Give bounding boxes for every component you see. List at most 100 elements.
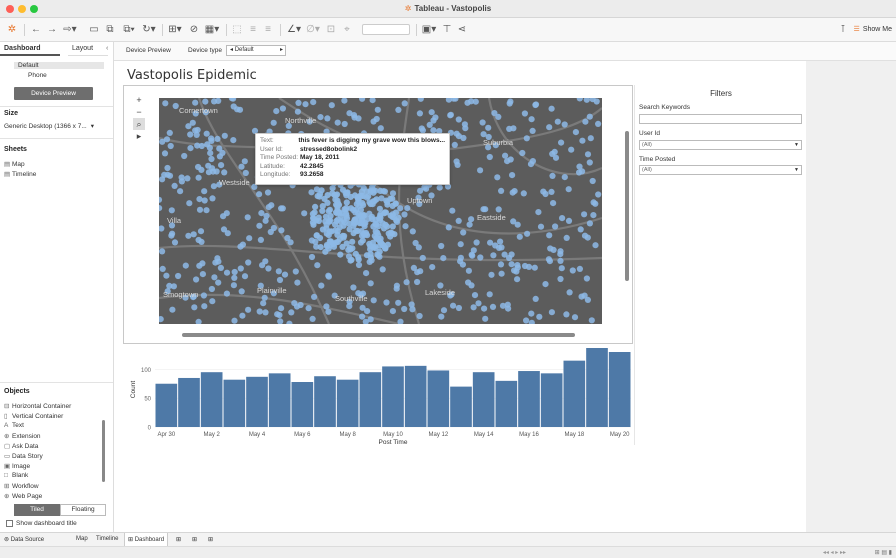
tweet-point[interactable] xyxy=(159,316,164,323)
tweet-point[interactable] xyxy=(168,232,175,239)
tweet-point[interactable] xyxy=(509,172,516,179)
tweet-point[interactable] xyxy=(310,221,317,228)
tweet-point[interactable] xyxy=(389,202,396,209)
tweet-point[interactable] xyxy=(558,265,565,272)
bar[interactable] xyxy=(200,372,223,427)
tweet-point[interactable] xyxy=(301,210,308,217)
tweet-point[interactable] xyxy=(210,183,217,190)
tweet-point[interactable] xyxy=(369,98,376,104)
tweet-point[interactable] xyxy=(583,98,590,103)
tweet-point[interactable] xyxy=(358,228,365,235)
tweet-point[interactable] xyxy=(192,127,199,134)
forward-icon[interactable]: → xyxy=(46,23,58,36)
tweet-point[interactable] xyxy=(351,216,358,223)
tweet-point[interactable] xyxy=(198,142,205,150)
tweet-point[interactable] xyxy=(451,141,458,148)
object-extension[interactable]: ⊕ Extension xyxy=(4,432,41,440)
tweet-point[interactable] xyxy=(388,230,396,237)
tweet-point[interactable] xyxy=(475,300,482,307)
tweet-point[interactable] xyxy=(350,284,357,291)
duplicate-icon[interactable]: ⧉▾ xyxy=(120,23,138,36)
tweet-point[interactable] xyxy=(401,305,408,313)
share-icon[interactable]: ⋖ xyxy=(456,23,468,36)
tweet-point[interactable] xyxy=(264,189,272,196)
tweet-point[interactable] xyxy=(355,256,362,263)
sort-asc-icon[interactable]: ≡ xyxy=(247,23,259,36)
tweet-point[interactable] xyxy=(256,191,263,198)
data-source-icon[interactable]: ⇨▾ xyxy=(62,23,78,36)
tweet-point[interactable] xyxy=(270,224,277,232)
tweet-point[interactable] xyxy=(559,215,566,222)
tweet-point[interactable] xyxy=(549,150,556,157)
tweet-point[interactable] xyxy=(592,200,599,207)
tweet-point[interactable] xyxy=(208,285,215,293)
tweet-point[interactable] xyxy=(295,99,302,106)
device-option-phone[interactable]: Phone xyxy=(28,72,47,79)
tweet-point[interactable] xyxy=(201,303,208,310)
tweet-point[interactable] xyxy=(199,271,206,278)
tweet-point[interactable] xyxy=(159,225,165,232)
tweet-point[interactable] xyxy=(457,241,464,248)
expand-toolbar-icon[interactable]: ▸ xyxy=(133,130,145,142)
tweet-point[interactable] xyxy=(579,137,586,144)
tweet-point[interactable] xyxy=(265,265,272,272)
tweet-point[interactable] xyxy=(297,301,304,309)
tweet-point[interactable] xyxy=(168,207,175,214)
tweet-point[interactable] xyxy=(392,209,399,216)
map-vertical-scrollbar[interactable] xyxy=(625,131,629,281)
bar[interactable] xyxy=(472,372,495,427)
tweet-point[interactable] xyxy=(581,211,588,218)
tweet-point[interactable] xyxy=(214,135,221,142)
tweet-point[interactable] xyxy=(230,137,237,144)
tweet-point[interactable] xyxy=(561,174,568,181)
tweet-point[interactable] xyxy=(223,269,231,276)
tweet-point[interactable] xyxy=(370,297,377,304)
tweet-point[interactable] xyxy=(460,134,467,142)
tweet-point[interactable] xyxy=(471,292,479,299)
tweet-point[interactable] xyxy=(576,163,583,170)
tweet-point[interactable] xyxy=(401,211,408,218)
bar[interactable] xyxy=(382,366,404,427)
tweet-point[interactable] xyxy=(184,175,191,182)
tweet-point[interactable] xyxy=(531,264,538,271)
bar[interactable] xyxy=(178,377,200,427)
tweet-point[interactable] xyxy=(195,318,202,324)
tweet-point[interactable] xyxy=(528,116,535,123)
tweet-point[interactable] xyxy=(193,276,200,283)
tweet-point[interactable] xyxy=(221,169,228,176)
tweet-point[interactable] xyxy=(319,226,326,233)
tweet-point[interactable] xyxy=(288,309,295,316)
bar[interactable] xyxy=(608,352,631,427)
tweet-point[interactable] xyxy=(346,110,353,117)
tweet-point[interactable] xyxy=(584,151,592,158)
new-worksheet-icon[interactable]: ⊞ xyxy=(176,536,181,543)
tweet-point[interactable] xyxy=(501,251,508,258)
tweet-point[interactable] xyxy=(565,186,572,193)
size-select[interactable]: Generic Desktop (1366 x 7... ▾ xyxy=(4,122,94,130)
pen-icon[interactable]: ∠▾ xyxy=(286,23,302,36)
tweet-point[interactable] xyxy=(211,98,218,105)
tweet-point[interactable] xyxy=(363,270,370,277)
tweet-point[interactable] xyxy=(380,188,387,195)
collapse-pane-icon[interactable]: ‹ xyxy=(102,42,112,56)
tweet-point[interactable] xyxy=(166,129,173,136)
tweet-point[interactable] xyxy=(343,192,350,199)
tweet-point[interactable] xyxy=(355,261,363,269)
tweet-point[interactable] xyxy=(201,197,208,204)
tweet-point[interactable] xyxy=(550,200,557,207)
search-keywords-input[interactable] xyxy=(639,114,802,124)
tweet-point[interactable] xyxy=(279,105,286,112)
tweet-point[interactable] xyxy=(334,228,341,235)
tweet-point[interactable] xyxy=(196,196,203,203)
object-data-story[interactable]: ▭ Data Story xyxy=(4,452,43,460)
tweet-point[interactable] xyxy=(569,267,576,274)
tweet-point[interactable] xyxy=(163,272,170,279)
tweet-point[interactable] xyxy=(403,279,410,286)
sheet-item-map[interactable]: ▤ Map xyxy=(4,160,25,168)
tweet-point[interactable] xyxy=(507,156,514,163)
tweet-point[interactable] xyxy=(313,232,320,239)
tweet-point[interactable] xyxy=(557,251,564,258)
sheet-tab-timeline[interactable]: Timeline xyxy=(96,536,118,542)
tweet-point[interactable] xyxy=(198,166,205,173)
tweet-point[interactable] xyxy=(490,252,497,259)
